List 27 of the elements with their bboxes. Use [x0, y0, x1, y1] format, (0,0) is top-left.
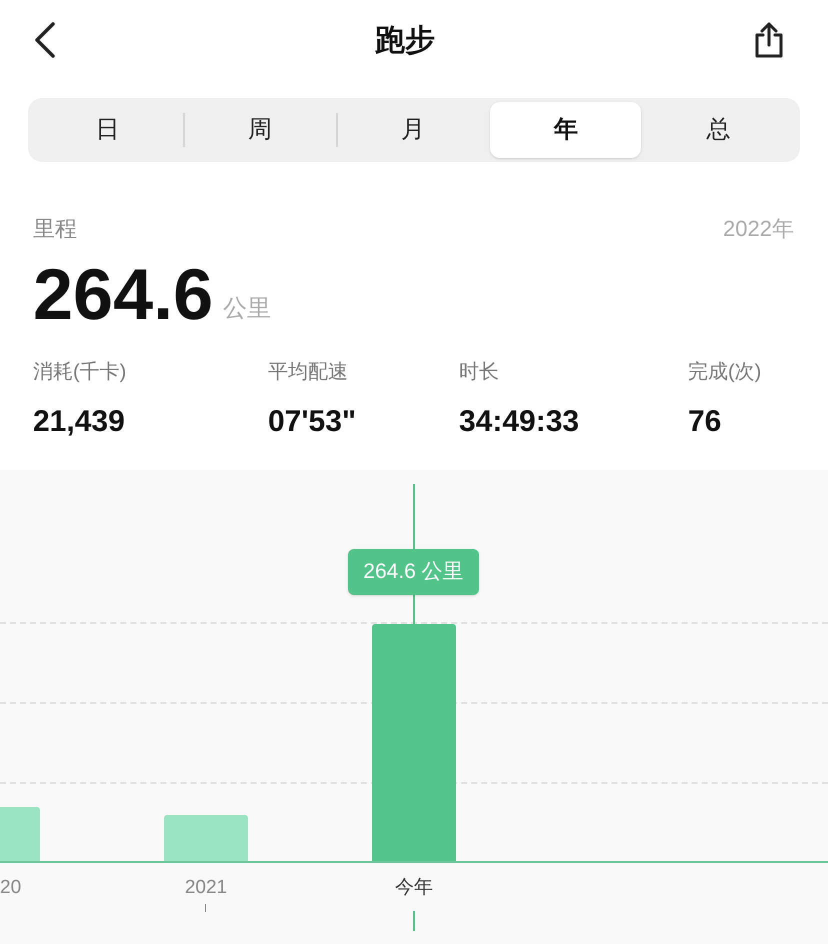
- x-axis-label: 20: [0, 876, 22, 900]
- distance-label: 里程: [33, 215, 77, 243]
- stat-label: 消耗(千卡): [33, 360, 128, 385]
- period-tab[interactable]: 年: [490, 102, 642, 158]
- x-axis-label: 今年: [394, 876, 434, 900]
- bar[interactable]: [164, 815, 248, 862]
- distance-value: 264.6: [33, 255, 214, 335]
- back-icon[interactable]: [32, 22, 58, 58]
- bar[interactable]: [372, 624, 456, 862]
- value-tooltip: 264.6 公里: [348, 549, 479, 595]
- year-label: 2022年: [723, 215, 794, 243]
- stat-value: 76: [688, 404, 722, 440]
- stat-value: 21,439: [33, 404, 126, 440]
- stat-value: 07'53": [268, 404, 358, 440]
- x-axis-label: 2021: [184, 876, 228, 900]
- period-tab[interactable]: 总: [643, 102, 794, 158]
- cursor-line: [413, 594, 415, 624]
- stat-label: 完成(次): [688, 360, 762, 385]
- stat-value: 34:49:33: [459, 404, 580, 440]
- cursor-line: [413, 911, 415, 931]
- period-tab[interactable]: 日: [32, 102, 183, 158]
- period-tab[interactable]: 周: [184, 102, 336, 158]
- stat-label: 平均配速: [268, 360, 349, 385]
- stat-label: 时长: [459, 360, 500, 385]
- page-title: 跑步: [375, 22, 435, 58]
- distance-unit: 公里: [223, 294, 272, 324]
- period-tab[interactable]: 月: [338, 102, 488, 158]
